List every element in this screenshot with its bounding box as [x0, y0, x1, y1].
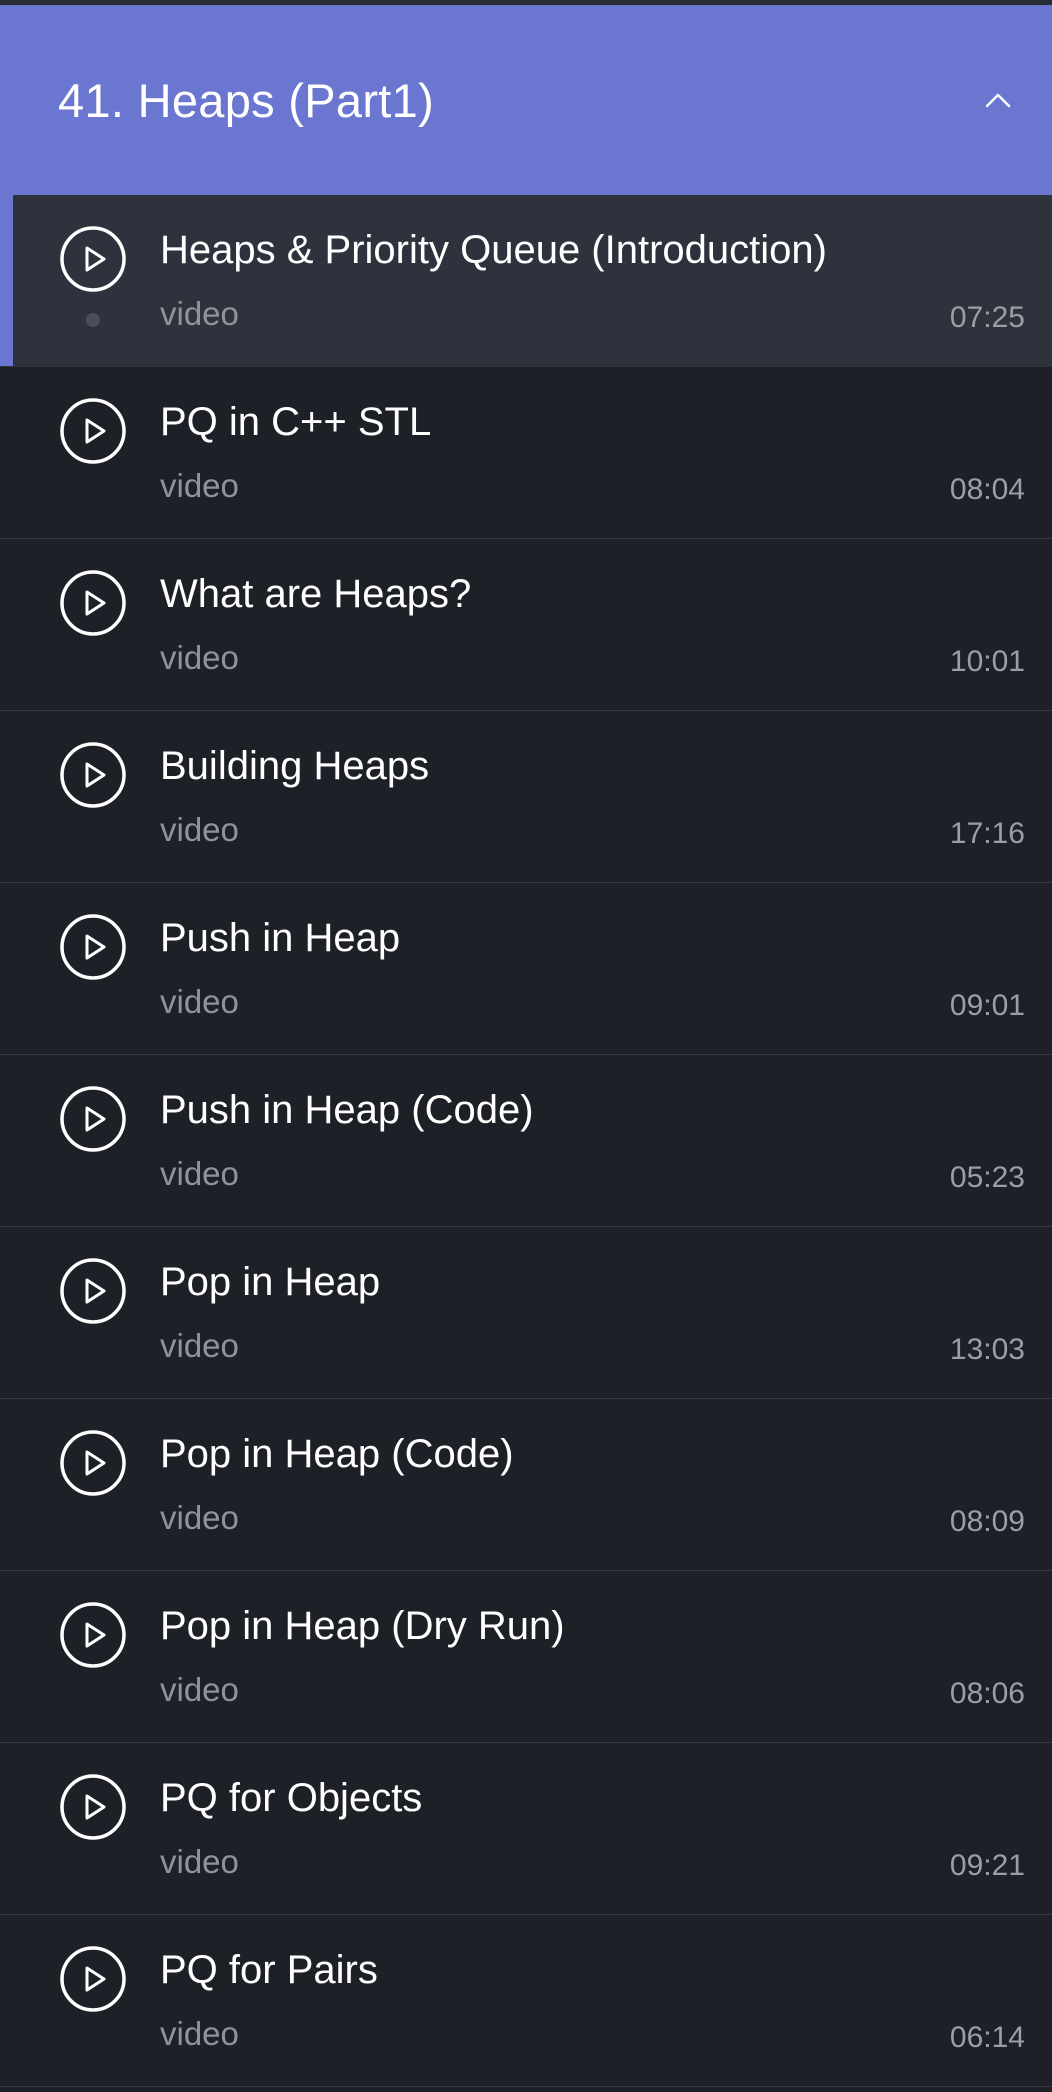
lesson-item[interactable]: PQ in C++ STL video 08:04 — [0, 367, 1052, 539]
progress-dot — [86, 313, 100, 327]
lesson-list: Heaps & Priority Queue (Introduction) vid… — [0, 195, 1052, 2087]
lesson-title: Heaps & Priority Queue (Introduction) — [160, 228, 827, 272]
lesson-item[interactable]: PQ for Objects video 09:21 — [0, 1743, 1052, 1915]
lesson-item[interactable]: Heaps & Priority Queue (Introduction) vid… — [0, 195, 1052, 367]
lesson-title: PQ in C++ STL — [160, 400, 432, 444]
lesson-type: video — [160, 811, 239, 848]
lesson-type: video — [160, 295, 239, 332]
play-circle-icon[interactable] — [59, 225, 127, 293]
lesson-duration: 06:14 — [949, 2021, 1025, 2054]
play-circle-icon[interactable] — [59, 1773, 127, 1841]
lesson-duration: 09:21 — [949, 1849, 1025, 1882]
lesson-title: PQ for Objects — [160, 1776, 423, 1820]
lesson-duration: 17:16 — [949, 817, 1025, 850]
lesson-title: Pop in Heap — [160, 1260, 381, 1304]
play-circle-icon[interactable] — [59, 397, 127, 465]
play-circle-icon[interactable] — [59, 1085, 127, 1153]
lesson-duration: 13:03 — [949, 1333, 1025, 1366]
lesson-title: Building Heaps — [160, 744, 430, 788]
lesson-title: Push in Heap (Code) — [160, 1088, 534, 1132]
active-indicator — [0, 195, 13, 366]
lesson-item[interactable]: Pop in Heap (Dry Run) video 08:06 — [0, 1571, 1052, 1743]
lesson-duration: 10:01 — [949, 645, 1025, 678]
lesson-duration: 08:04 — [949, 473, 1025, 506]
lesson-type: video — [160, 1671, 239, 1708]
section-title: 41. Heaps (Part1) — [58, 73, 435, 127]
play-circle-icon[interactable] — [59, 1601, 127, 1669]
lesson-duration: 08:06 — [949, 1677, 1025, 1710]
section-header[interactable]: 41. Heaps (Part1) — [0, 5, 1052, 195]
lesson-duration: 08:09 — [949, 1505, 1025, 1538]
play-circle-icon[interactable] — [59, 913, 127, 981]
lesson-type: video — [160, 983, 239, 1020]
lesson-title: What are Heaps? — [160, 572, 472, 616]
lesson-duration: 09:01 — [949, 989, 1025, 1022]
lesson-item[interactable]: Pop in Heap video 13:03 — [0, 1227, 1052, 1399]
lesson-title: Pop in Heap (Code) — [160, 1432, 514, 1476]
lesson-title: Pop in Heap (Dry Run) — [160, 1604, 565, 1648]
lesson-title: Push in Heap — [160, 916, 401, 960]
lesson-type: video — [160, 467, 239, 504]
play-circle-icon[interactable] — [59, 741, 127, 809]
play-circle-icon[interactable] — [59, 1945, 127, 2013]
chevron-up-icon[interactable] — [978, 80, 1018, 120]
lesson-item[interactable]: What are Heaps? video 10:01 — [0, 539, 1052, 711]
lesson-item[interactable]: PQ for Pairs video 06:14 — [0, 1915, 1052, 2087]
play-circle-icon[interactable] — [59, 1257, 127, 1325]
lesson-title: PQ for Pairs — [160, 1948, 378, 1992]
lesson-duration: 07:25 — [949, 301, 1025, 334]
lesson-type: video — [160, 1499, 239, 1536]
play-circle-icon[interactable] — [59, 1429, 127, 1497]
lesson-type: video — [160, 2015, 239, 2052]
lesson-type: video — [160, 1327, 239, 1364]
lesson-type: video — [160, 1155, 239, 1192]
lesson-item[interactable]: Push in Heap (Code) video 05:23 — [0, 1055, 1052, 1227]
lesson-type: video — [160, 639, 239, 676]
lesson-type: video — [160, 1843, 239, 1880]
lesson-duration: 05:23 — [949, 1161, 1025, 1194]
play-circle-icon[interactable] — [59, 569, 127, 637]
lesson-item[interactable]: Pop in Heap (Code) video 08:09 — [0, 1399, 1052, 1571]
lesson-item[interactable]: Building Heaps video 17:16 — [0, 711, 1052, 883]
lesson-item[interactable]: Push in Heap video 09:01 — [0, 883, 1052, 1055]
